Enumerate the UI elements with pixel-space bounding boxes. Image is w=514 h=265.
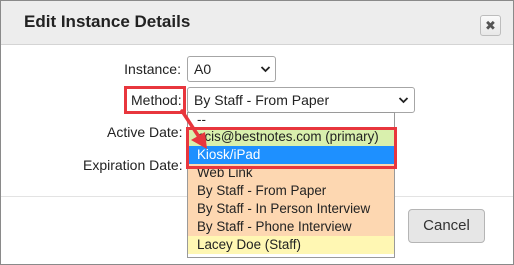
chevron-down-icon [398,90,409,119]
method-option[interactable]: -- [188,113,394,128]
close-button[interactable]: ✖ [480,15,501,36]
expiration-date-label: Expiration Date: [83,157,183,173]
method-option[interactable]: By Staff - In Person Interview [188,200,394,218]
dialog-header: Edit Instance Details ✖ [1,1,513,45]
chevron-down-icon [260,59,271,88]
method-label-highlight [124,86,186,114]
instance-select-value: A0 [194,61,212,77]
method-option[interactable]: Lacey Doe (Staff) [188,236,394,254]
edit-instance-dialog: Edit Instance Details ✖ Instance: A0 Met… [0,0,514,265]
options-highlight [186,127,397,169]
active-date-label: Active Date: [107,124,183,140]
instance-label: Instance: [124,61,181,77]
method-option[interactable]: By Staff - From Paper [188,182,394,200]
method-option[interactable]: By Staff - Phone Interview [188,218,394,236]
method-select-value: By Staff - From Paper [194,92,330,108]
dialog-title: Edit Instance Details [24,12,191,31]
cancel-button[interactable]: Cancel [408,209,485,243]
close-icon: ✖ [485,18,496,33]
method-select[interactable]: By Staff - From Paper [187,87,415,113]
instance-select[interactable]: A0 [187,56,276,82]
red-arrow-icon [180,109,207,149]
